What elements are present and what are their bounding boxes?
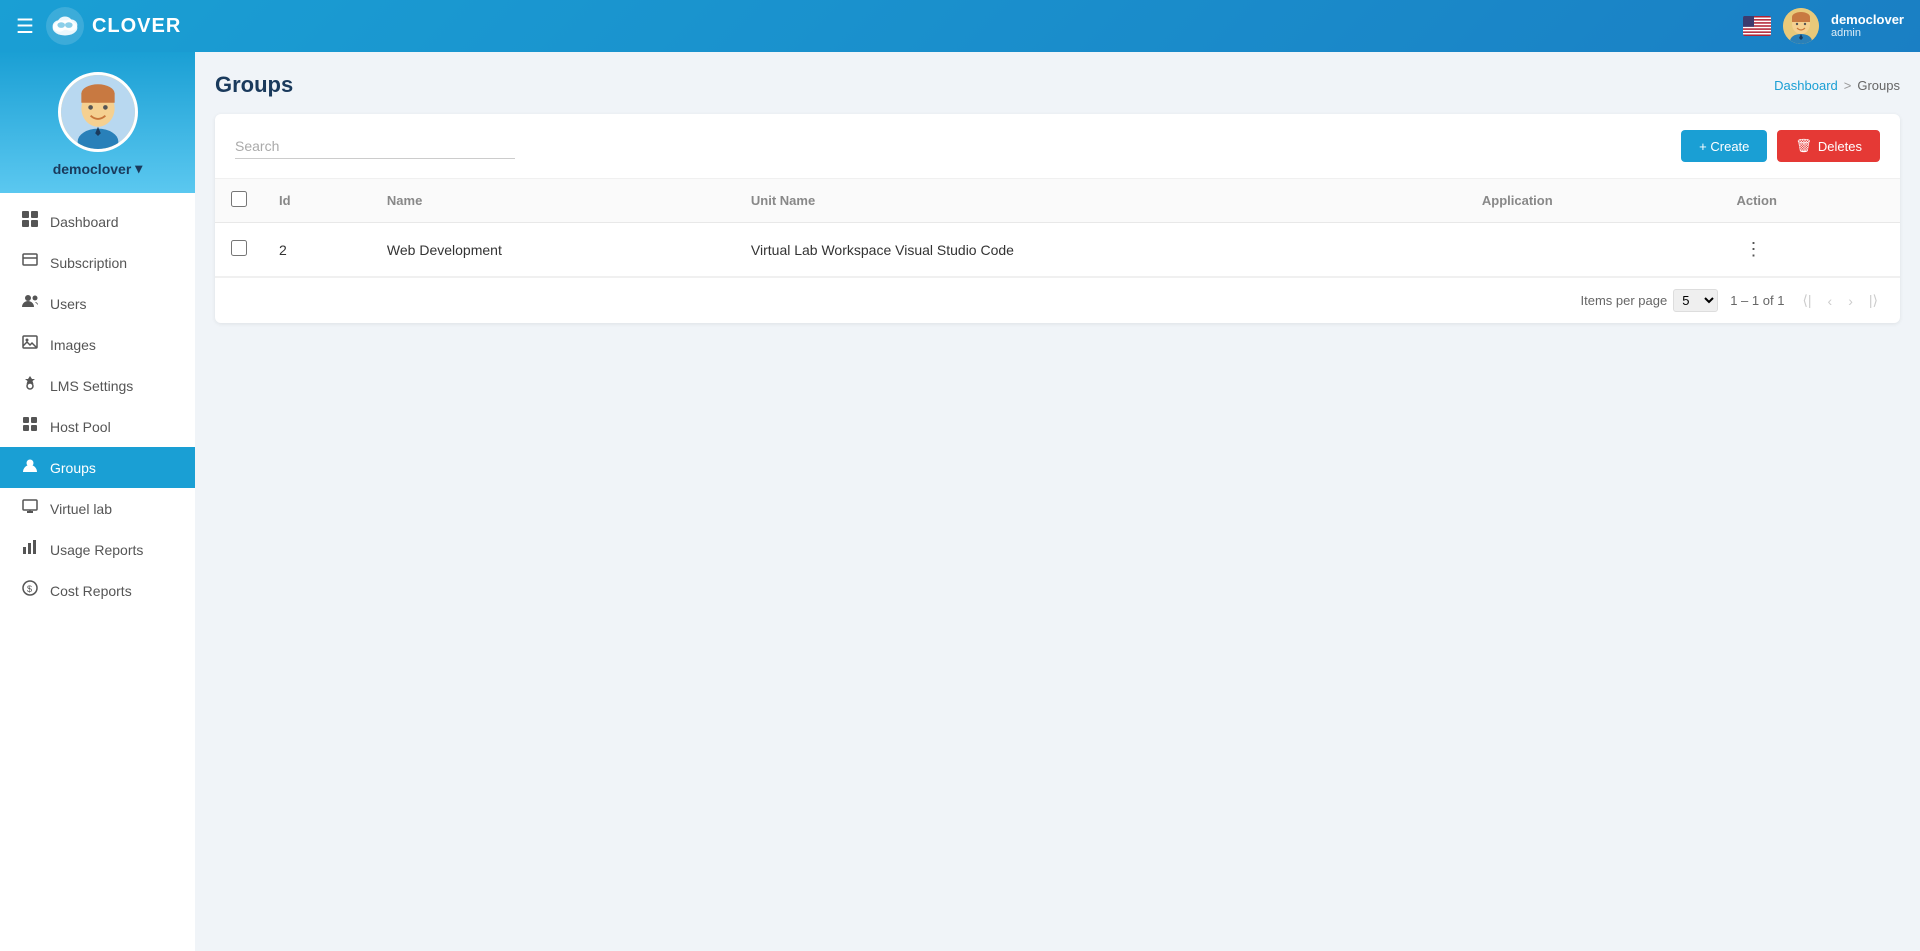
- col-id: Id: [263, 179, 371, 223]
- items-per-page-select[interactable]: 5102550: [1673, 289, 1718, 312]
- sidebar-item-images[interactable]: Images: [0, 324, 195, 365]
- row-name: Web Development: [371, 223, 735, 277]
- breadcrumb-separator: >: [1844, 78, 1852, 93]
- breadcrumb-current: Groups: [1857, 78, 1900, 93]
- row-action: ⋮: [1720, 223, 1900, 277]
- select-all-checkbox[interactable]: [231, 191, 247, 207]
- delete-button-label: Deletes: [1818, 139, 1862, 154]
- page-header: Groups Dashboard > Groups: [215, 72, 1900, 98]
- sidebar-profile: democlover ▾: [0, 52, 195, 193]
- sidebar-item-label-images: Images: [50, 337, 96, 353]
- app-name: CLOVER: [92, 15, 181, 38]
- sidebar-item-usage-reports[interactable]: Usage Reports: [0, 529, 195, 570]
- images-icon: [20, 334, 40, 355]
- row-checkbox-cell: [215, 223, 263, 277]
- trash-icon: 🗑: [1795, 138, 1812, 154]
- sidebar-item-label-virtuel-lab: Virtuel lab: [50, 501, 112, 517]
- row-unit-name: Virtual Lab Workspace Visual Studio Code: [735, 223, 1466, 277]
- sidebar-item-subscription[interactable]: Subscription: [0, 242, 195, 283]
- next-page-button[interactable]: ›: [1842, 289, 1859, 313]
- sidebar-item-label-usage-reports: Usage Reports: [50, 542, 143, 558]
- profile-avatar-image: [61, 75, 135, 149]
- table-head: Id Name Unit Name Application Action: [215, 179, 1900, 223]
- sidebar-item-label-cost-reports: Cost Reports: [50, 583, 132, 599]
- col-name: Name: [371, 179, 735, 223]
- sidebar-item-label-lms-settings: LMS Settings: [50, 378, 133, 394]
- table-body: 2 Web Development Virtual Lab Workspace …: [215, 223, 1900, 277]
- row-action-menu-button[interactable]: ⋮: [1736, 235, 1770, 264]
- sidebar-item-host-pool[interactable]: Host Pool: [0, 406, 195, 447]
- pagination-bar: Items per page 5102550 1 – 1 of 1 ⟨| ‹ ›…: [215, 277, 1900, 323]
- language-flag-icon[interactable]: [1743, 16, 1771, 36]
- users-icon: [20, 293, 40, 314]
- layout: democlover ▾ Dashboard Subscription User…: [0, 52, 1920, 951]
- table-header-row: Id Name Unit Name Application Action: [215, 179, 1900, 223]
- page-title: Groups: [215, 72, 293, 98]
- user-name: democlover: [1831, 12, 1904, 28]
- row-application: [1466, 223, 1721, 277]
- table-row: 2 Web Development Virtual Lab Workspace …: [215, 223, 1900, 277]
- host-pool-icon: [20, 416, 40, 437]
- header-left: ☰ CLOVER: [16, 7, 181, 45]
- breadcrumb-parent[interactable]: Dashboard: [1774, 78, 1838, 93]
- svg-text:$: $: [27, 584, 32, 594]
- user-avatar[interactable]: [1783, 8, 1819, 44]
- top-header: ☰ CLOVER: [0, 0, 1920, 52]
- lms-settings-icon: [20, 375, 40, 396]
- usage-reports-icon: [20, 539, 40, 560]
- user-role: admin: [1831, 27, 1904, 40]
- create-button[interactable]: + Create: [1681, 130, 1767, 162]
- profile-avatar: [58, 72, 138, 152]
- col-unit-name: Unit Name: [735, 179, 1466, 223]
- dashboard-icon: [20, 211, 40, 232]
- sidebar-item-virtuel-lab[interactable]: Virtuel lab: [0, 488, 195, 529]
- hamburger-icon[interactable]: ☰: [16, 14, 34, 39]
- items-per-page-label: Items per page: [1581, 293, 1668, 308]
- breadcrumb: Dashboard > Groups: [1774, 78, 1900, 93]
- pagination-controls: ⟨| ‹ › |⟩: [1796, 288, 1884, 313]
- items-per-page: Items per page 5102550: [1581, 289, 1719, 312]
- col-application: Application: [1466, 179, 1721, 223]
- last-page-button[interactable]: |⟩: [1863, 288, 1884, 313]
- data-table: Id Name Unit Name Application Action 2 W…: [215, 179, 1900, 277]
- user-info: democlover admin: [1831, 12, 1904, 41]
- sidebar-item-label-subscription: Subscription: [50, 255, 127, 271]
- sidebar-item-label-users: Users: [50, 296, 87, 312]
- logo-area: CLOVER: [46, 7, 181, 45]
- col-action: Action: [1720, 179, 1900, 223]
- search-input[interactable]: [235, 134, 515, 159]
- content-card: + Create 🗑 Deletes Id Name: [215, 114, 1900, 323]
- sidebar-nav: Dashboard Subscription Users Images LMS …: [0, 193, 195, 951]
- main-content: Groups Dashboard > Groups + Create 🗑 Del…: [195, 52, 1920, 951]
- header-right: democlover admin: [1743, 8, 1904, 44]
- sidebar-item-groups[interactable]: Groups: [0, 447, 195, 488]
- sidebar-item-label-dashboard: Dashboard: [50, 214, 119, 230]
- sidebar: democlover ▾ Dashboard Subscription User…: [0, 52, 195, 951]
- row-id: 2: [263, 223, 371, 277]
- subscription-icon: [20, 252, 40, 273]
- virtuel-lab-icon: [20, 498, 40, 519]
- avatar-image: [1783, 8, 1819, 44]
- sidebar-item-users[interactable]: Users: [0, 283, 195, 324]
- cloud-logo-icon: [46, 7, 84, 45]
- col-checkbox: [215, 179, 263, 223]
- sidebar-item-dashboard[interactable]: Dashboard: [0, 201, 195, 242]
- row-checkbox[interactable]: [231, 240, 247, 256]
- delete-button[interactable]: 🗑 Deletes: [1777, 130, 1880, 162]
- page-info: 1 – 1 of 1: [1730, 293, 1784, 308]
- sidebar-item-cost-reports[interactable]: $ Cost Reports: [0, 570, 195, 611]
- groups-icon: [20, 457, 40, 478]
- prev-page-button[interactable]: ‹: [1822, 289, 1839, 313]
- toolbar-buttons: + Create 🗑 Deletes: [1681, 130, 1880, 162]
- sidebar-item-label-host-pool: Host Pool: [50, 419, 111, 435]
- sidebar-item-label-groups: Groups: [50, 460, 96, 476]
- sidebar-item-lms-settings[interactable]: LMS Settings: [0, 365, 195, 406]
- card-toolbar: + Create 🗑 Deletes: [215, 114, 1900, 179]
- first-page-button[interactable]: ⟨|: [1796, 288, 1817, 313]
- cost-reports-icon: $: [20, 580, 40, 601]
- sidebar-profile-name[interactable]: democlover ▾: [53, 160, 143, 177]
